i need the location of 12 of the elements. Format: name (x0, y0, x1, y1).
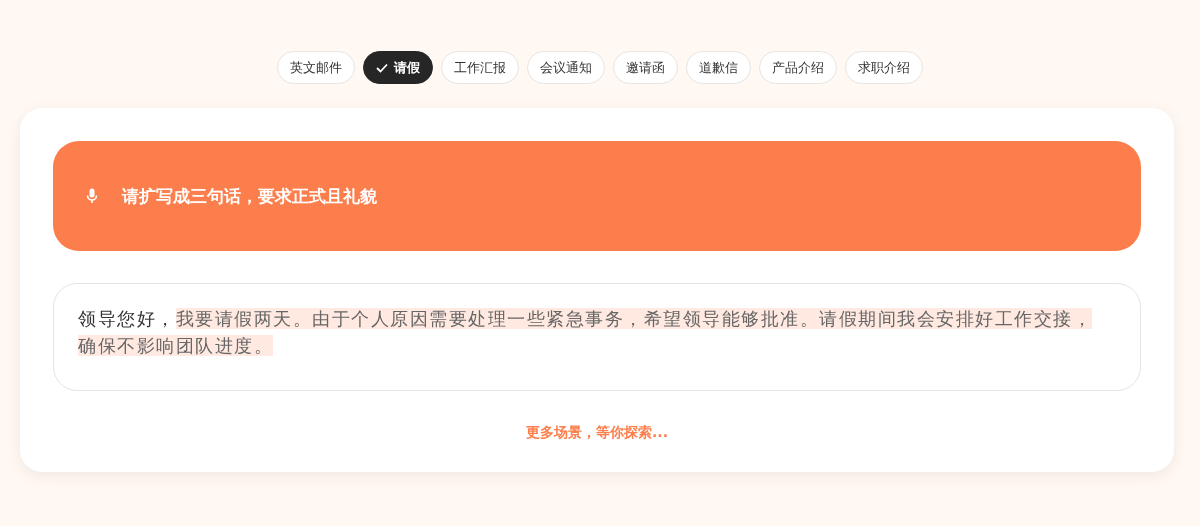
scenario-tab[interactable]: 会议通知 (527, 51, 605, 84)
scenario-tab[interactable]: 产品介绍 (759, 51, 837, 84)
scenario-tab[interactable]: 请假 (363, 51, 433, 84)
check-icon (376, 62, 388, 73)
scenario-tab[interactable]: 英文邮件 (277, 51, 355, 84)
scenario-tab[interactable]: 工作汇报 (441, 51, 519, 84)
scenario-tab[interactable]: 邀请函 (613, 51, 678, 84)
answer-text: 领导您好，我要请假两天。由于个人原因需要处理一些紧急事务，希望领导能够批准。请假期间我会安排好工作交接，确保不影响团队进度。 (78, 307, 1093, 358)
prompt-text: 请扩写成三句话，要求正式且礼貌 (122, 184, 377, 208)
scenario-tab[interactable]: 求职介绍 (845, 51, 923, 84)
scenario-tab[interactable]: 道歉信 (686, 51, 751, 84)
microphone-icon (86, 188, 98, 204)
